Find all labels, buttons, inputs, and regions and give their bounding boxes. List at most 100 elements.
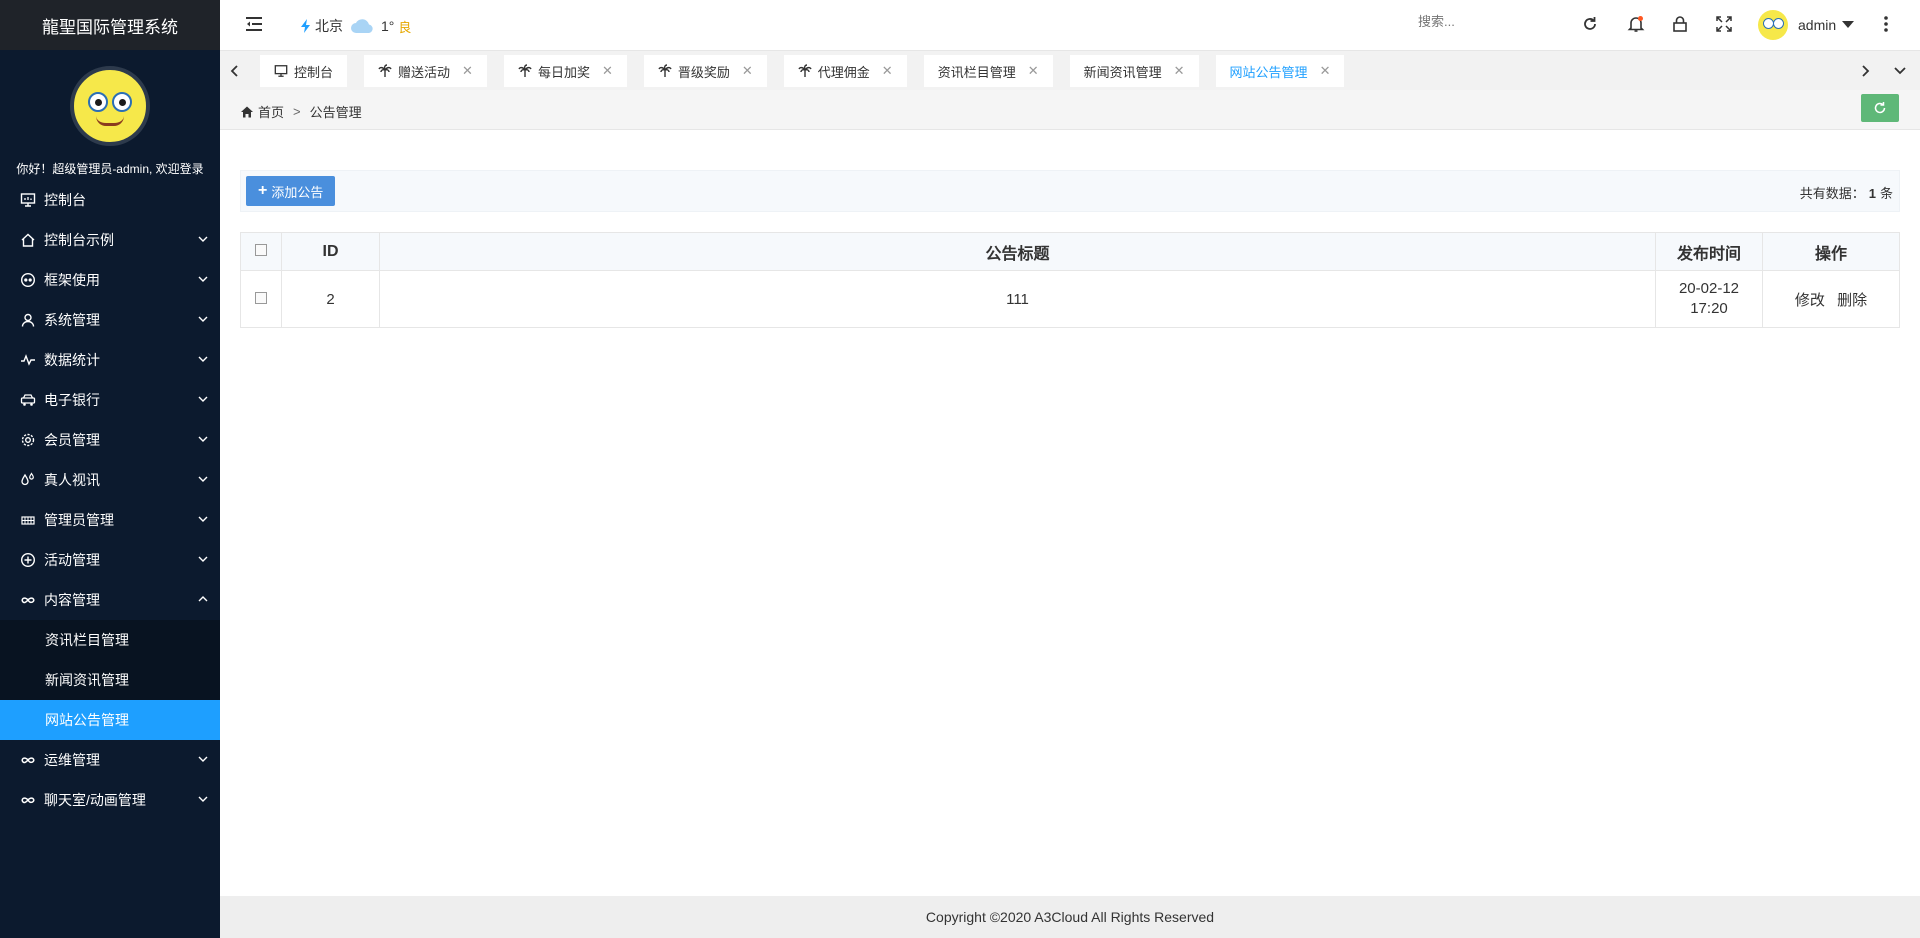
delete-link[interactable]: 删除 — [1837, 292, 1867, 309]
cell-ops: 修改 删除 — [1762, 270, 1900, 328]
glasses-icon — [20, 272, 36, 288]
close-icon[interactable]: ✕ — [462, 63, 473, 79]
sidebar-item-chatroom[interactable]: 聊天室/动画管理 — [0, 780, 220, 820]
tab-dashboard[interactable]: 控制台 — [260, 55, 348, 87]
monitor-icon — [274, 64, 288, 78]
tab-scroll-right[interactable] — [1850, 51, 1880, 91]
infinity-icon — [20, 752, 36, 768]
tab-label: 资讯栏目管理 — [937, 64, 1016, 80]
refresh-icon[interactable] — [1581, 15, 1599, 33]
sidebar-item-framework[interactable]: 框架使用 — [0, 260, 220, 300]
tab-news[interactable]: 新闻资讯管理 ✕ — [1069, 55, 1199, 87]
chevron-down-icon — [198, 796, 208, 802]
chevron-down-icon — [198, 436, 208, 442]
more-vertical-icon[interactable] — [1877, 15, 1895, 33]
sidebar-item-ebank[interactable]: 电子银行 — [0, 380, 220, 420]
lock-icon[interactable] — [1671, 15, 1689, 33]
tab-gift-activity[interactable]: 赠送活动 ✕ — [364, 55, 487, 87]
chevron-left-icon — [230, 65, 238, 77]
sidebar-menu: 控制台 控制台示例 框架使用 系统管理 数据统计 电子银行 会员管理 真人视讯 … — [0, 180, 220, 820]
close-icon[interactable]: ✕ — [1320, 63, 1331, 79]
tab-daily-bonus[interactable]: 每日加奖 ✕ — [503, 55, 627, 87]
breadcrumb-home[interactable]: 首页 — [258, 102, 284, 121]
breadcrumb-bar: 首页 > 公告管理 — [220, 90, 1920, 130]
chevron-right-icon — [1862, 65, 1870, 77]
close-icon[interactable]: ✕ — [882, 63, 893, 79]
add-button-label: 添加公告 — [271, 184, 324, 200]
cell-id: 2 — [281, 270, 380, 328]
breadcrumb-separator: > — [293, 104, 301, 119]
close-icon[interactable]: ✕ — [1028, 63, 1039, 79]
tab-menu-dropdown[interactable] — [1885, 51, 1915, 91]
palm-icon — [798, 64, 812, 78]
sidebar-item-label: 控制台示例 — [44, 232, 114, 248]
chevron-down-icon — [198, 356, 208, 362]
chevron-down-icon — [1894, 67, 1906, 75]
sidebar-item-system[interactable]: 系统管理 — [0, 300, 220, 340]
welcome-text: 你好！超级管理员-admin, 欢迎登录 — [16, 162, 204, 176]
close-icon[interactable]: ✕ — [602, 63, 613, 79]
close-icon[interactable]: ✕ — [742, 63, 753, 79]
close-icon[interactable]: ✕ — [1174, 63, 1185, 79]
user-menu[interactable]: admin — [1758, 10, 1855, 40]
home-icon — [241, 106, 253, 118]
chevron-down-icon — [198, 476, 208, 482]
tab-label: 控制台 — [294, 64, 334, 80]
breadcrumb: 首页 > 公告管理 — [240, 102, 362, 121]
menu-toggle[interactable] — [244, 14, 264, 34]
sidebar-item-dashboard[interactable]: 控制台 — [0, 180, 220, 220]
tab-news-columns[interactable]: 资讯栏目管理 ✕ — [923, 55, 1053, 87]
bell-icon[interactable] — [1627, 15, 1645, 33]
sidebar-item-dashboard-examples[interactable]: 控制台示例 — [0, 220, 220, 260]
count-prefix: 共有数据： — [1799, 186, 1865, 201]
sidebar-item-members[interactable]: 会员管理 — [0, 420, 220, 460]
col-ops: 操作 — [1762, 232, 1900, 271]
chevron-down-icon — [198, 516, 208, 522]
tab-bar: 控制台 赠送活动 ✕ 每日加奖 ✕ 晋级奖励 ✕ 代理佣金 ✕ 资讯栏目管理 ✕… — [220, 50, 1920, 91]
user-icon — [20, 312, 36, 328]
sidebar-subitem-announcements[interactable]: 网站公告管理 — [0, 700, 220, 740]
sidebar-item-activities[interactable]: 活动管理 — [0, 540, 220, 580]
tab-label: 网站公告管理 — [1229, 64, 1308, 80]
content-submenu: 资讯栏目管理 新闻资讯管理 网站公告管理 — [0, 620, 220, 740]
sidebar-item-label: 真人视讯 — [44, 472, 100, 488]
sidebar-item-content[interactable]: 内容管理 — [0, 580, 220, 620]
plus-circle-icon — [20, 552, 36, 568]
sidebar-item-live-video[interactable]: 真人视讯 — [0, 460, 220, 500]
tab-scroll-left[interactable] — [220, 51, 250, 91]
weather-temp: 1° — [381, 18, 395, 34]
avatar[interactable] — [70, 66, 150, 146]
sidebar-item-admins[interactable]: 管理员管理 — [0, 500, 220, 540]
top-header: 北京 1° 良 admin — [220, 0, 1920, 50]
col-id: ID — [281, 232, 380, 271]
chevron-down-icon — [198, 396, 208, 402]
row-checkbox[interactable] — [255, 291, 267, 304]
pulse-icon — [20, 352, 36, 368]
cloud-icon — [351, 19, 373, 33]
sidebar-item-statistics[interactable]: 数据统计 — [0, 340, 220, 380]
edit-link[interactable]: 修改 — [1795, 292, 1825, 309]
air-quality: 良 — [398, 19, 412, 35]
sidebar-item-label: 系统管理 — [44, 312, 100, 328]
record-count: 共有数据： 1 条 — [1800, 183, 1893, 202]
fullscreen-icon[interactable] — [1715, 15, 1733, 33]
chevron-up-icon — [198, 596, 208, 602]
chevron-down-icon — [198, 556, 208, 562]
tab-agent-commission[interactable]: 代理佣金 ✕ — [783, 55, 907, 87]
tab-announcements[interactable]: 网站公告管理 ✕ — [1215, 55, 1345, 87]
tab-label: 晋级奖励 — [677, 64, 730, 80]
drops-icon — [20, 472, 36, 488]
sidebar-item-label: 电子银行 — [44, 392, 100, 408]
sidebar-subitem-news-columns[interactable]: 资讯栏目管理 — [0, 620, 220, 660]
chevron-down-icon — [198, 236, 208, 242]
sidebar-subitem-news[interactable]: 新闻资讯管理 — [0, 660, 220, 700]
copyright: Copyright ©2020 A3Cloud All Rights Reser… — [925, 909, 1215, 925]
select-all-checkbox[interactable] — [255, 243, 267, 256]
palm-icon — [378, 64, 392, 78]
sidebar-item-operations[interactable]: 运维管理 — [0, 740, 220, 780]
weather-city: 北京 — [315, 18, 343, 34]
add-announcement-button[interactable]: + 添加公告 — [246, 176, 336, 206]
page-refresh-button[interactable] — [1861, 94, 1899, 122]
search-input[interactable] — [1418, 14, 1528, 29]
tab-promotion-reward[interactable]: 晋级奖励 ✕ — [643, 55, 767, 87]
